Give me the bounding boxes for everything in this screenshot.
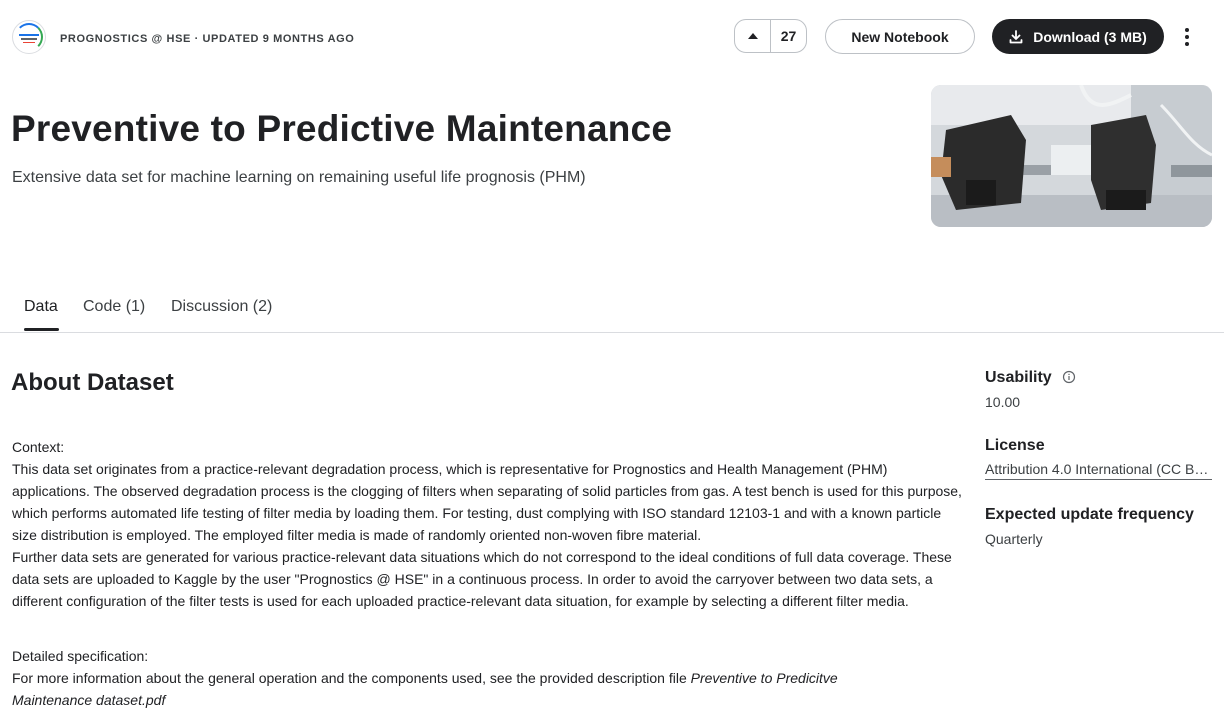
download-label: Download (3 MB) (1033, 28, 1147, 45)
context-paragraph-1: This data set originates from a practice… (12, 461, 962, 543)
spec-text: For more information about the general o… (12, 670, 691, 686)
upvote-control: 27 (734, 19, 807, 53)
update-frequency-label: Expected update frequency (985, 506, 1194, 523)
download-icon (1009, 29, 1023, 43)
spec-label: Detailed specification: (12, 648, 149, 664)
arrow-up-icon (747, 33, 758, 39)
owner-avatar[interactable] (12, 20, 46, 54)
license-label: License (985, 437, 1045, 454)
avatar-logo-ring (15, 23, 43, 51)
license-link[interactable]: Attribution 4.0 International (CC BY 4.0… (985, 461, 1212, 480)
dataset-cover-image (931, 85, 1212, 227)
cover-photo (931, 85, 1212, 227)
dataset-title: Preventive to Predictive Maintenance (11, 108, 673, 149)
dataset-subtitle: Extensive data set for machine learning … (12, 169, 586, 186)
tab-discussion[interactable]: Discussion (2) (171, 298, 272, 316)
avatar-logo-line (21, 38, 37, 40)
upvote-button[interactable] (735, 20, 771, 52)
tab-bar: Data Code (1) Discussion (2) (0, 290, 1224, 333)
about-dataset-heading: About Dataset (11, 369, 174, 396)
context-paragraph-2: Further data sets are generated for vari… (12, 549, 952, 609)
active-tab-indicator (24, 328, 59, 331)
info-icon[interactable] (1062, 370, 1076, 384)
context-label: Context: (12, 439, 65, 455)
usability-label: Usability (985, 369, 1052, 386)
download-button[interactable]: Download (3 MB) (992, 19, 1164, 54)
new-notebook-button[interactable]: New Notebook (825, 19, 975, 54)
update-frequency-value: Quarterly (985, 531, 1043, 547)
owner-update-line[interactable]: PROGNOSTICS @ HSE · UPDATED 9 MONTHS AGO (60, 33, 354, 45)
vote-count[interactable]: 27 (771, 20, 806, 52)
more-dot (1185, 35, 1189, 39)
context-body: This data set originates from a practice… (12, 458, 962, 612)
more-dot (1185, 42, 1189, 46)
tab-data[interactable]: Data (24, 298, 58, 316)
more-vertical-icon[interactable] (1176, 24, 1198, 50)
avatar-logo-line (19, 34, 39, 36)
usability-value: 10.00 (985, 394, 1021, 410)
avatar-logo-line (23, 42, 35, 43)
more-dot (1185, 28, 1189, 32)
tab-code[interactable]: Code (1) (83, 298, 145, 316)
spec-body: For more information about the general o… (12, 667, 912, 711)
